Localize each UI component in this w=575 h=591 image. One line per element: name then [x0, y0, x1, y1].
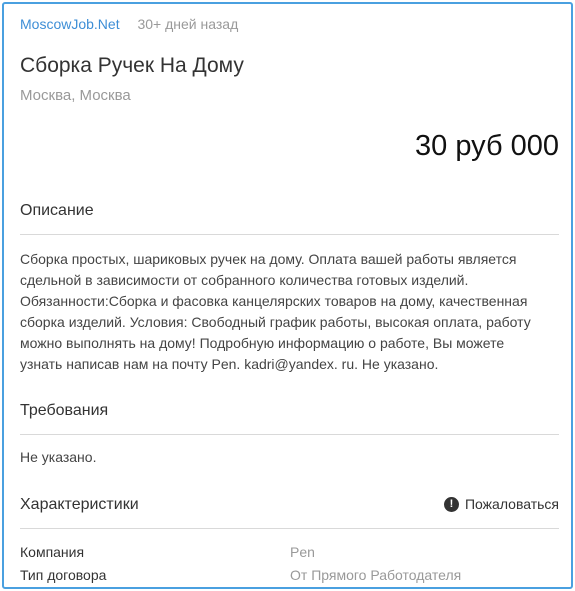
characteristic-key: Компания	[20, 544, 85, 560]
job-location: Москва, Москва	[20, 87, 131, 104]
job-salary: 30 руб 000	[415, 130, 559, 162]
job-card: MoscowJob.Net 30+ дней назад Сборка Руче…	[2, 2, 573, 589]
source-link[interactable]: MoscowJob.Net	[20, 16, 120, 32]
description-heading: Описание	[20, 202, 559, 235]
job-meta: MoscowJob.Net 30+ дней назад	[20, 16, 238, 32]
characteristics-heading: Характеристики ! Пожаловаться	[20, 496, 559, 529]
characteristic-key: Тип договора	[20, 567, 107, 583]
report-button[interactable]: ! Пожаловаться	[443, 496, 559, 512]
requirements-heading: Требования	[20, 402, 559, 435]
description-text: Сборка простых, шариковых ручек на дому.…	[20, 251, 531, 372]
characteristics-heading-label: Характеристики	[20, 496, 139, 513]
posted-date: 30+ дней назад	[137, 16, 239, 32]
description-heading-label: Описание	[20, 202, 94, 219]
exclamation-circle-icon: !	[443, 496, 459, 512]
characteristic-value: Pen	[290, 544, 315, 560]
requirements-text: Не указано.	[20, 449, 97, 465]
report-label: Пожаловаться	[464, 496, 559, 512]
job-title: Сборка Ручек На Дому	[20, 54, 244, 77]
characteristic-value: От Прямого Работодателя	[290, 567, 462, 583]
requirements-heading-label: Требования	[20, 402, 109, 419]
